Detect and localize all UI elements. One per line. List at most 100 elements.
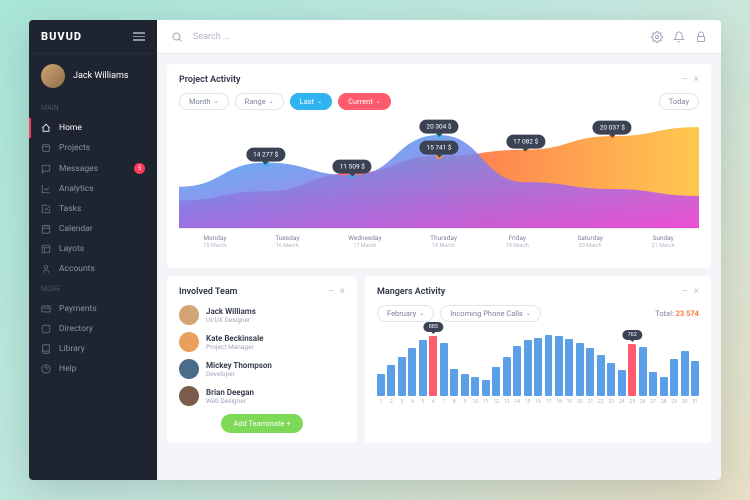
bar-label: 9 <box>461 399 469 405</box>
bar <box>450 369 458 396</box>
bar-label: 18 <box>555 399 563 405</box>
sidebar-item-help[interactable]: Help <box>29 359 157 379</box>
close-icon[interactable]: × <box>340 286 345 297</box>
sidebar-header: BUVUD <box>29 20 157 54</box>
filter-month-managers[interactable]: February⌄ <box>377 305 434 322</box>
filter-today[interactable]: Today <box>659 93 699 110</box>
bar <box>576 343 584 396</box>
close-icon[interactable]: × <box>694 74 699 85</box>
bar-label: 29 <box>670 399 678 405</box>
member-role: Project Manager <box>206 343 263 351</box>
minimize-icon[interactable]: − <box>328 286 334 297</box>
bar-label: 6 <box>429 399 437 405</box>
bar <box>440 343 448 396</box>
lock-icon[interactable] <box>695 31 707 43</box>
topbar <box>157 20 721 54</box>
avatar <box>179 332 199 352</box>
sidebar-item-projects[interactable]: Projects <box>29 138 157 158</box>
member-role: Web Designer <box>206 397 254 405</box>
main: Project Activity −× Month⌄ Range⌄ Last⌄ … <box>157 20 721 480</box>
sidebar-section-label: More <box>29 279 157 299</box>
bar-tooltip: 885 <box>424 322 443 332</box>
topbar-actions <box>651 31 707 43</box>
bar <box>670 359 678 396</box>
user-block[interactable]: Jack Williams <box>29 54 157 98</box>
member-name: Jack Williams <box>206 307 256 316</box>
sidebar-item-accounts[interactable]: Accounts <box>29 259 157 279</box>
avatar <box>179 386 199 406</box>
sidebar-item-directory[interactable]: Directory <box>29 319 157 339</box>
filter-range[interactable]: Range⌄ <box>235 93 284 110</box>
bar-label: 2 <box>387 399 395 405</box>
bar <box>398 357 406 396</box>
bar <box>649 372 657 396</box>
x-tick: Tuesday16 March <box>275 234 299 249</box>
panel-title: Involved Team <box>179 287 237 297</box>
panel-title: Mangers Activity <box>377 287 445 297</box>
sidebar-item-analytics[interactable]: Analytics <box>29 179 157 199</box>
bar-label: 13 <box>503 399 511 405</box>
badge: 5 <box>134 163 145 174</box>
minimize-icon[interactable]: − <box>682 286 688 297</box>
sidebar: BUVUD Jack Williams MainHomeProjectsMess… <box>29 20 157 480</box>
home-icon <box>41 123 51 133</box>
sidebar-item-label: Payments <box>59 304 97 314</box>
bar <box>377 374 385 396</box>
bar <box>482 380 490 396</box>
sidebar-item-home[interactable]: Home <box>29 118 157 138</box>
team-member[interactable]: Brian DeeganWeb Designer <box>179 386 345 406</box>
analytics-icon <box>41 184 51 194</box>
bar-label: 24 <box>618 399 626 405</box>
team-member[interactable]: Jack WilliamsUI/UX Designer <box>179 305 345 325</box>
sidebar-item-label: Home <box>59 123 82 133</box>
app-window: BUVUD Jack Williams MainHomeProjectsMess… <box>29 20 721 480</box>
total-label: Total: 23 574 <box>655 309 699 318</box>
filter-call-type[interactable]: Incoming Phone Calls⌄ <box>440 305 541 322</box>
gear-icon[interactable] <box>651 31 663 43</box>
sidebar-item-library[interactable]: Library <box>29 339 157 359</box>
bar-label: 31 <box>691 399 699 405</box>
bar <box>681 351 689 396</box>
bar-label: 12 <box>492 399 500 405</box>
chart-tooltip: 17 082 $ <box>506 134 545 148</box>
sidebar-item-calendar[interactable]: Calendar <box>29 219 157 239</box>
bar <box>471 377 479 396</box>
content: Project Activity −× Month⌄ Range⌄ Last⌄ … <box>157 54 721 480</box>
bar-label: 19 <box>565 399 573 405</box>
close-icon[interactable]: × <box>694 286 699 297</box>
bar-label: 21 <box>586 399 594 405</box>
member-role: Developer <box>206 370 272 378</box>
menu-toggle-icon[interactable] <box>133 32 145 41</box>
bar <box>607 363 615 396</box>
add-teammate-button[interactable]: Add Teammate + <box>221 414 302 433</box>
minimize-icon[interactable]: − <box>682 74 688 85</box>
sidebar-item-tasks[interactable]: Tasks <box>29 199 157 219</box>
sidebar-item-messages[interactable]: Messages5 <box>29 158 157 179</box>
help-icon <box>41 364 51 374</box>
bell-icon[interactable] <box>673 31 685 43</box>
bar-label: 22 <box>597 399 605 405</box>
avatar <box>179 305 199 325</box>
filter-current[interactable]: Current⌄ <box>338 93 391 110</box>
search-input[interactable] <box>193 32 641 42</box>
chart-tooltip: 11 509 $ <box>333 160 372 174</box>
bar <box>524 340 532 396</box>
sidebar-item-payments[interactable]: Payments <box>29 299 157 319</box>
avatar <box>179 359 199 379</box>
accounts-icon <box>41 264 51 274</box>
bar-label: 28 <box>660 399 668 405</box>
team-member[interactable]: Kate BeckinsaleProject Manager <box>179 332 345 352</box>
projects-icon <box>41 143 51 153</box>
bar <box>555 336 563 396</box>
filter-last[interactable]: Last⌄ <box>290 93 332 110</box>
bar-label: 26 <box>639 399 647 405</box>
panel-title: Project Activity <box>179 75 240 85</box>
team-member[interactable]: Mickey ThompsonDeveloper <box>179 359 345 379</box>
filter-month[interactable]: Month⌄ <box>179 93 229 110</box>
sidebar-item-label: Projects <box>59 143 90 153</box>
chart-tooltip: 20 037 $ <box>593 121 632 135</box>
sidebar-item-layots[interactable]: Layots <box>29 239 157 259</box>
managers-activity-panel: Mangers Activity −× February⌄ Incoming P… <box>365 276 711 443</box>
bar <box>387 365 395 396</box>
x-tick: Thursday18 March <box>430 234 457 249</box>
